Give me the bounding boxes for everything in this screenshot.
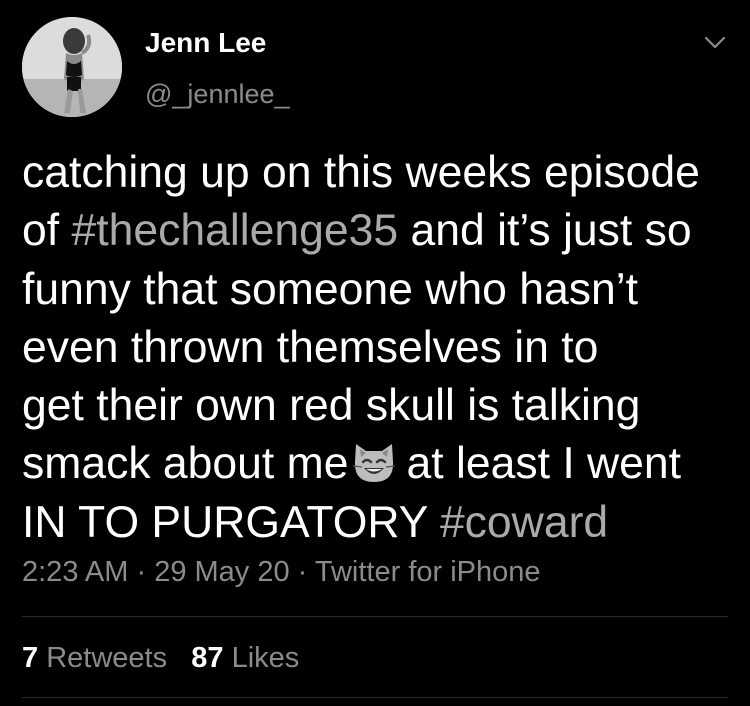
tweet-line: funny that someone who hasn’t [22,264,638,314]
hashtag-link[interactable]: #coward [440,498,608,547]
tweet-text-segment: at least I went [406,439,682,489]
likes-stat[interactable]: 87 Likes [191,642,299,674]
tweet-line: even thrown themselves in to [22,322,599,372]
tweet-meta: 2:23 AM · 29 May 20 · Twitter for iPhone [22,556,541,589]
tweet-stats: 7 Retweets 87 Likes [22,642,299,675]
tweet-line: catching up on this weeks episode [22,148,700,197]
retweets-count: 7 [22,642,39,674]
likes-count: 87 [191,642,224,674]
tweet-line: of #thechallenge35 and it’s just so [22,202,737,260]
grinning-cat-emoji-icon [350,438,398,486]
tweet-date[interactable]: 29 May 20 [154,556,289,588]
divider [22,697,728,698]
tweet-source[interactable]: Twitter for iPhone [315,556,541,588]
user-handle[interactable]: @_jennlee_ [145,79,290,110]
retweets-label: Retweets [46,642,168,674]
user-name[interactable]: Jenn Lee [145,27,266,59]
tweet-text-segment: of [22,206,72,256]
avatar[interactable] [22,17,122,117]
tweet-line: IN TO PURGATORY #coward [22,494,737,552]
hashtag-link[interactable]: #thechallenge35 [71,206,398,255]
divider [22,616,728,617]
avatar-image [22,17,122,117]
likes-label: Likes [231,642,300,674]
chevron-down-icon[interactable] [702,30,728,56]
tweet-line: get their own red skull is talking [22,381,641,431]
tweet-text-segment: IN TO PURGATORY [22,497,440,547]
meta-separator: · [289,556,315,588]
tweet-text-segment: smack about me [22,439,349,489]
meta-separator: · [128,556,155,588]
tweet-text-segment: and it’s just so [398,206,692,256]
tweet-time: 2:23 AM [22,556,129,588]
tweet-text: catching up on this weeks episode of #th… [22,144,737,552]
tweet-line: smack about me at least I went [22,435,737,493]
retweets-stat[interactable]: 7 Retweets [22,642,167,674]
